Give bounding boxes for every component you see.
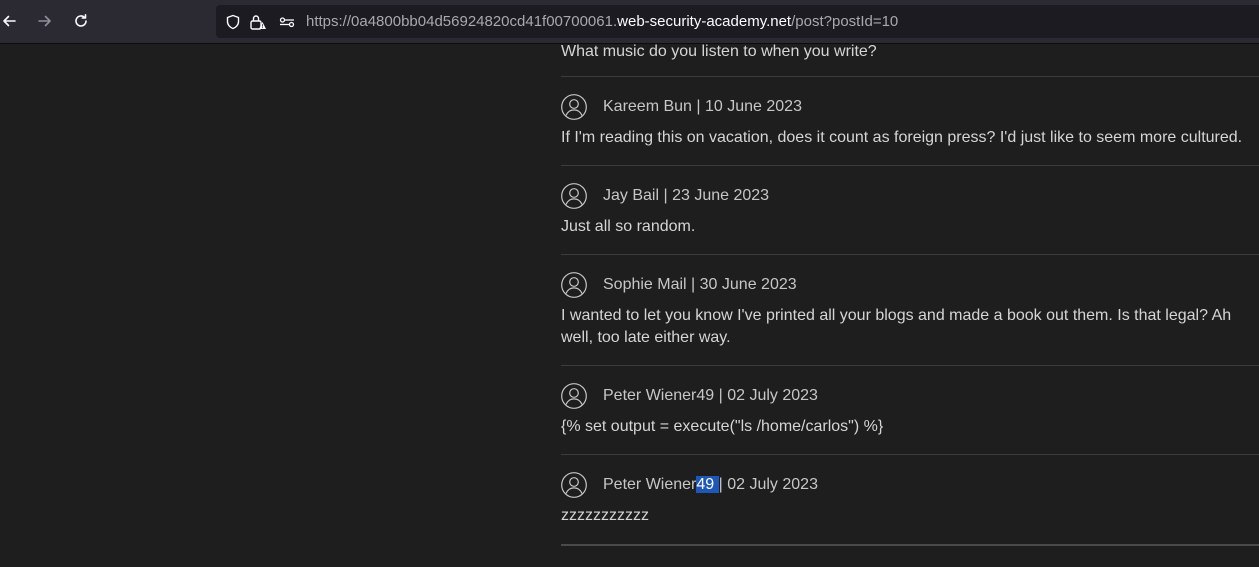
separator: | bbox=[691, 98, 705, 115]
comment-text: Just all so random. bbox=[561, 218, 696, 235]
comment: Sophie Mail | 30 June 2023 I wanted to l… bbox=[561, 271, 1259, 349]
url-prefix: https://0a4800bb04d56924820cd41f00700061… bbox=[306, 13, 618, 30]
comment-author: Peter Wiener49 bbox=[603, 387, 715, 404]
comment-text: zzzzzzzzzzz bbox=[561, 507, 649, 524]
comment-divider bbox=[561, 365, 1259, 366]
comment-author: Peter Wiener bbox=[603, 476, 697, 493]
reload-button[interactable] bbox=[70, 10, 92, 32]
comment-header: Jay Bail | 23 June 2023 bbox=[561, 182, 1259, 210]
arrow-right-icon bbox=[37, 13, 53, 29]
comment-date: 02 July 2023 bbox=[727, 476, 818, 493]
url-text[interactable]: https://0a4800bb04d56924820cd41f00700061… bbox=[306, 13, 898, 31]
comment-author-line: Jay Bail | 23 June 2023 bbox=[603, 185, 769, 207]
comment-header: Kareem Bun | 10 June 2023 bbox=[561, 93, 1259, 121]
comment-header: Peter Wiener49 | 02 July 2023 bbox=[561, 382, 1259, 410]
comment-divider bbox=[561, 544, 1259, 546]
arrow-left-icon bbox=[1, 13, 17, 29]
url-host: web-security-academy.net bbox=[617, 13, 792, 30]
comment-header: Peter Wiener49 | 02 July 2023 bbox=[561, 471, 1259, 499]
comment-date: 23 June 2023 bbox=[672, 187, 770, 204]
comment-author: Kareem Bun bbox=[603, 98, 692, 115]
separator: | bbox=[659, 187, 673, 204]
comment-date: 10 June 2023 bbox=[704, 98, 802, 115]
comment-author-line: Kareem Bun | 10 June 2023 bbox=[603, 96, 802, 118]
comment: Jay Bail | 23 June 2023 Just all so rand… bbox=[561, 182, 1259, 238]
comment-date: 30 June 2023 bbox=[699, 276, 797, 293]
avatar-icon bbox=[561, 472, 587, 498]
comment-divider bbox=[561, 165, 1259, 166]
page-body: What music do you listen to when you wri… bbox=[0, 43, 1259, 567]
comment: Peter Wiener49 | 02 July 2023 zzzzzzzzzz… bbox=[561, 471, 1259, 527]
selected-text: 49 bbox=[696, 476, 719, 493]
comment-text: What music do you listen to when you wri… bbox=[561, 43, 877, 60]
comment-text: If I'm reading this on vacation, does it… bbox=[561, 129, 1243, 146]
separator: | bbox=[686, 276, 700, 293]
comment-text: I wanted to let you know I've printed al… bbox=[561, 307, 1232, 346]
reload-icon bbox=[73, 13, 89, 29]
avatar-icon bbox=[561, 94, 587, 120]
avatar-icon bbox=[561, 272, 587, 298]
avatar-icon bbox=[561, 383, 587, 409]
comment-text: {% set output = execute("ls /home/carlos… bbox=[561, 418, 884, 435]
lock-warning-icon[interactable] bbox=[249, 13, 267, 31]
url-bar[interactable]: https://0a4800bb04d56924820cd41f00700061… bbox=[216, 5, 1259, 38]
comment: Peter Wiener49 | 02 July 2023 {% set out… bbox=[561, 382, 1259, 438]
comment-author-line: Peter Wiener49 | 02 July 2023 bbox=[603, 474, 818, 496]
browser-toolbar: https://0a4800bb04d56924820cd41f00700061… bbox=[0, 0, 1259, 44]
comments-section: What music do you listen to when you wri… bbox=[561, 43, 1259, 546]
back-button[interactable] bbox=[0, 10, 20, 32]
comment-author: Jay Bail bbox=[603, 187, 660, 204]
comment-author: Sophie Mail bbox=[603, 276, 687, 293]
comment-divider bbox=[561, 454, 1259, 455]
forward-button[interactable] bbox=[34, 10, 56, 32]
comment-date: 02 July 2023 bbox=[727, 387, 818, 404]
comment: Kareem Bun | 10 June 2023 If I'm reading… bbox=[561, 93, 1259, 149]
separator: | bbox=[714, 387, 728, 404]
comment-header: Sophie Mail | 30 June 2023 bbox=[561, 271, 1259, 299]
avatar-icon bbox=[561, 183, 587, 209]
shield-icon[interactable] bbox=[224, 13, 242, 31]
comment-author-line: Sophie Mail | 30 June 2023 bbox=[603, 274, 797, 296]
permissions-icon[interactable] bbox=[278, 13, 296, 31]
url-path: /post?postId=10 bbox=[791, 13, 899, 30]
comment-divider bbox=[561, 76, 1259, 77]
separator: | bbox=[718, 476, 728, 493]
comment-divider bbox=[561, 254, 1259, 255]
comment-author-line: Peter Wiener49 | 02 July 2023 bbox=[603, 385, 818, 407]
